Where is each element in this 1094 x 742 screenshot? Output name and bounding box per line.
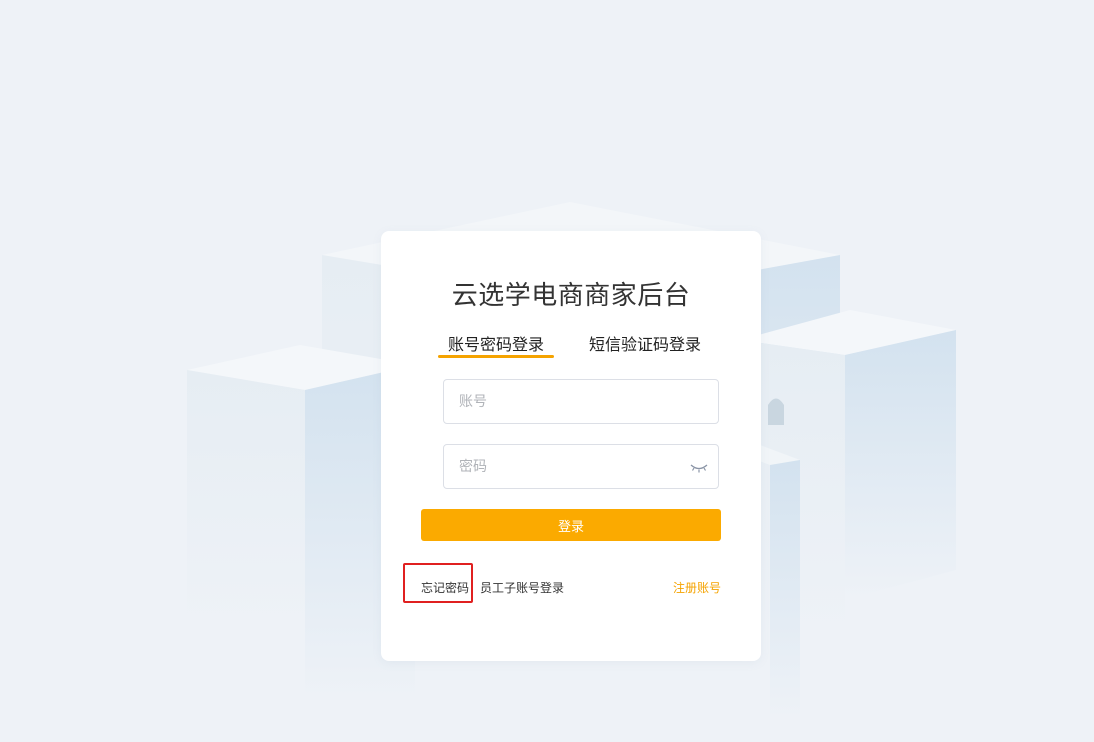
login-page: 云选学电商商家后台 账号密码登录 短信验证码登录 登录 忘记密码 员工子账号登录… — [0, 0, 1094, 742]
account-input[interactable] — [444, 380, 679, 423]
active-tab-indicator — [438, 355, 554, 358]
password-field — [443, 444, 719, 489]
login-button[interactable]: 登录 — [421, 509, 721, 541]
register-account-link[interactable]: 注册账号 — [673, 579, 721, 596]
login-card: 云选学电商商家后台 账号密码登录 短信验证码登录 登录 忘记密码 员工子账号登录… — [381, 231, 761, 661]
page-title: 云选学电商商家后台 — [451, 281, 691, 311]
account-field — [443, 379, 719, 424]
password-input[interactable] — [444, 445, 679, 488]
tab-account-password-login[interactable]: 账号密码登录 — [448, 331, 544, 355]
forgot-password-link[interactable]: 忘记密码 — [421, 579, 469, 596]
tab-sms-code-login[interactable]: 短信验证码登录 — [589, 331, 701, 355]
staff-subaccount-login-link[interactable]: 员工子账号登录 — [480, 579, 564, 596]
eye-closed-icon[interactable] — [690, 460, 708, 474]
